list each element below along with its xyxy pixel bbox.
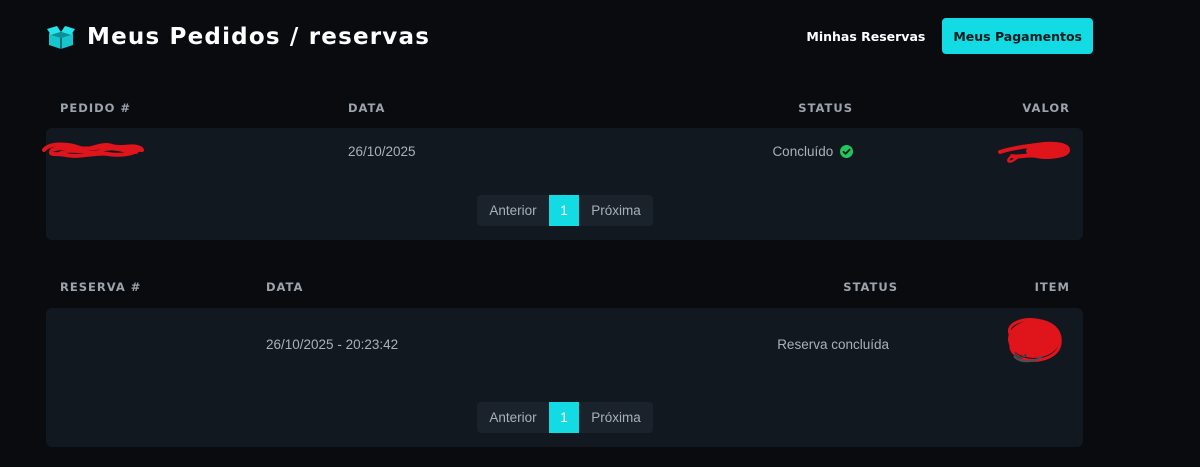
reservations-pagination: Anterior 1 Próxima <box>477 402 653 433</box>
column-header-reservation: RESERVA # <box>60 280 142 294</box>
page-number-button[interactable]: 1 <box>549 402 579 433</box>
redaction-scribble <box>42 142 144 158</box>
column-header-item: ITEM <box>1034 280 1070 294</box>
orders-panel: 26/10/2025 Concluído Anterior 1 Próxima <box>42 128 1083 240</box>
column-header-order: PEDIDO # <box>60 101 132 115</box>
order-status-text: Concluído <box>772 144 834 159</box>
page-header: Meus Pedidos / reservas Minhas Reservas … <box>46 18 1093 56</box>
reservation-status: Reserva concluída <box>777 337 889 352</box>
reservation-date: 26/10/2025 - 20:23:42 <box>266 337 399 352</box>
column-header-date: DATA <box>348 101 386 115</box>
title-wrap: Meus Pedidos / reservas <box>46 20 430 54</box>
page-title: Meus Pedidos / reservas <box>87 24 431 50</box>
orders-pagination: Anterior 1 Próxima <box>477 195 653 226</box>
order-status: Concluído <box>772 144 853 159</box>
column-header-status: STATUS <box>798 101 853 115</box>
my-reservations-link[interactable]: Minhas Reservas <box>806 29 925 44</box>
box-icon <box>46 24 76 50</box>
column-header-value: VALOR <box>1022 101 1070 115</box>
next-page-button[interactable]: Próxima <box>579 195 653 226</box>
redaction-scribble <box>998 141 1071 163</box>
orders-section: PEDIDO # DATA STATUS VALOR 26/10/2025 Co… <box>42 84 1083 240</box>
reservations-table-header: RESERVA # DATA STATUS ITEM <box>46 263 1083 313</box>
redaction-scribble <box>1007 318 1062 363</box>
page-number-button[interactable]: 1 <box>549 195 579 226</box>
orders-table-header: PEDIDO # DATA STATUS VALOR <box>46 84 1083 134</box>
order-date: 26/10/2025 <box>348 144 416 159</box>
my-payments-button[interactable]: Meus Pagamentos <box>942 18 1093 54</box>
check-circle-icon <box>840 145 853 158</box>
column-header-date: DATA <box>266 280 304 294</box>
header-nav: Minhas Reservas Meus Pagamentos <box>806 18 1093 54</box>
next-page-button[interactable]: Próxima <box>579 402 653 433</box>
column-header-status: STATUS <box>843 280 898 294</box>
reservations-panel: 26/10/2025 - 20:23:42 Reserva concluída … <box>46 308 1083 447</box>
previous-page-button[interactable]: Anterior <box>477 195 549 226</box>
previous-page-button[interactable]: Anterior <box>477 402 549 433</box>
reservations-section: RESERVA # DATA STATUS ITEM 26/10/2025 - … <box>46 263 1083 447</box>
